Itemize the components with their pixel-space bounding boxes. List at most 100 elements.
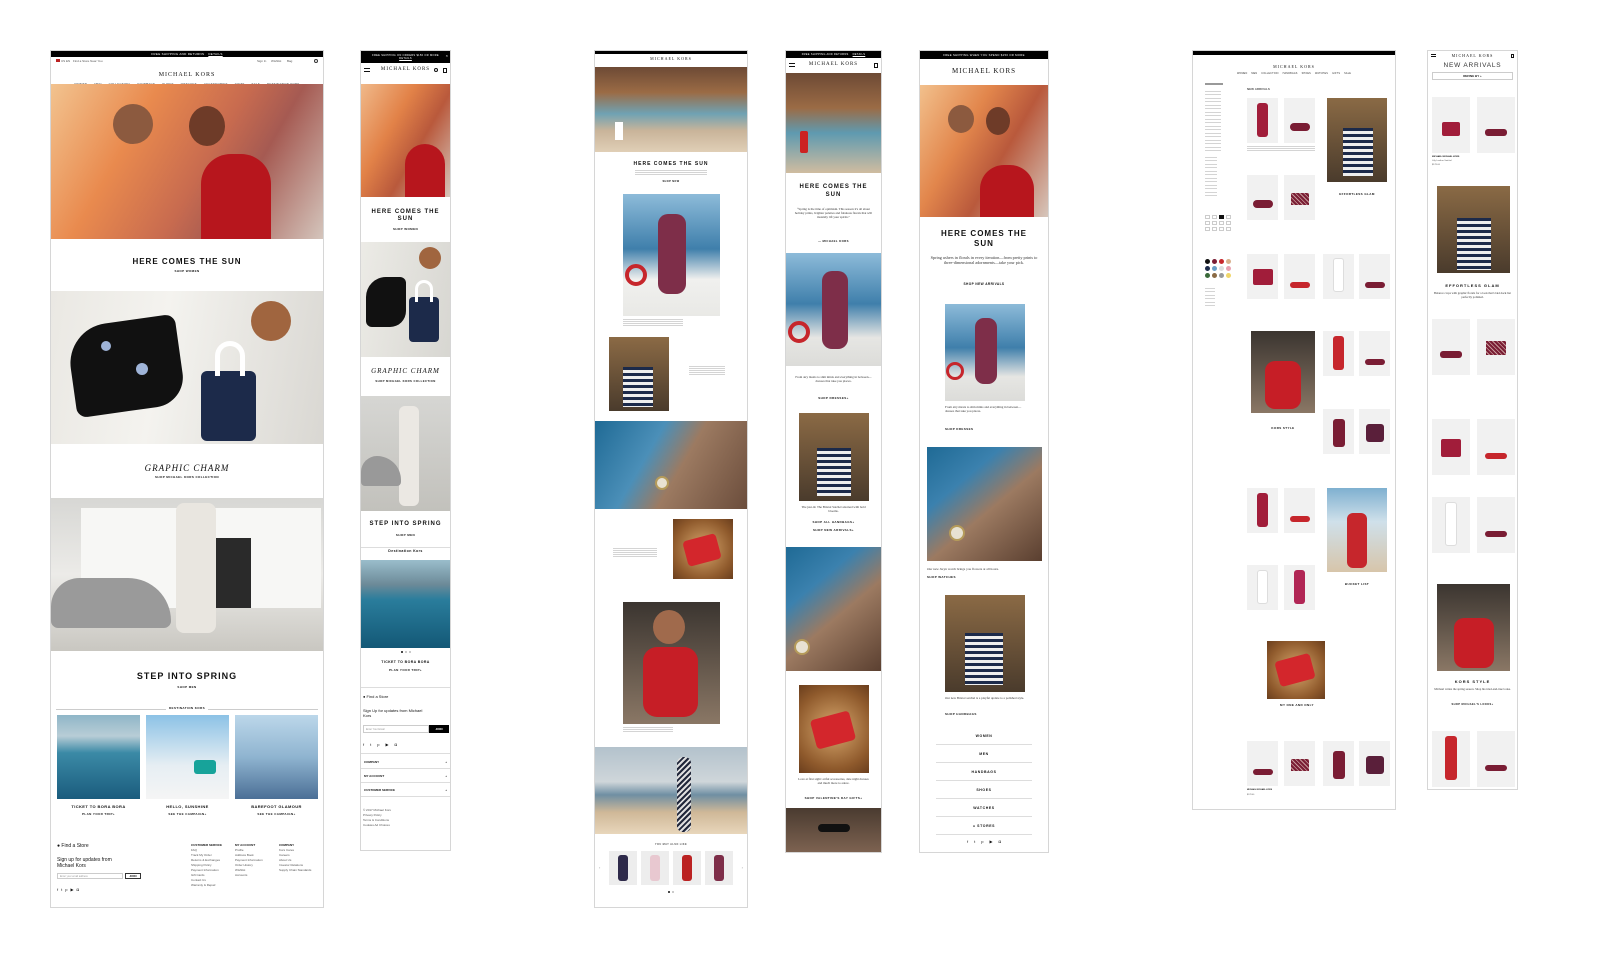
- footer-link[interactable]: Supply Chain Standards: [279, 868, 311, 873]
- wishlist-link[interactable]: Wishlist: [271, 59, 281, 63]
- hero-image-couple[interactable]: [51, 84, 323, 239]
- mobile-hero1-cta[interactable]: SHOP WOMEN: [361, 227, 450, 231]
- editorial-cta[interactable]: SHOP NOW: [595, 180, 747, 183]
- product-tile[interactable]: [1359, 741, 1390, 786]
- carousel-item[interactable]: [609, 851, 637, 885]
- carousel-item[interactable]: [705, 851, 733, 885]
- product-tile[interactable]: [1323, 741, 1354, 786]
- menu-watches[interactable]: WATCHES: [936, 799, 1032, 817]
- hero2-cta[interactable]: SHOP MICHAEL KORS COLLECTION: [51, 475, 323, 479]
- product-tile[interactable]: [1247, 565, 1278, 610]
- mobile-ed-logo[interactable]: MICHAEL KORS: [920, 67, 1048, 75]
- mobile-tile-cta[interactable]: PLAN YOUR TRIP+: [361, 668, 450, 672]
- product-tile[interactable]: [1284, 741, 1315, 786]
- product-tile[interactable]: [1247, 488, 1278, 533]
- promo-effortless-glam-img[interactable]: [1327, 98, 1387, 182]
- tablet-img-dress[interactable]: [786, 253, 881, 366]
- footer-join-button[interactable]: JOIN: [125, 873, 141, 879]
- hero-image-graphic-charm[interactable]: [51, 291, 323, 444]
- facebook-icon[interactable]: f: [57, 887, 58, 892]
- mobile-ed-hero[interactable]: [920, 85, 1048, 217]
- mobile-join-button[interactable]: JOIN: [429, 725, 449, 733]
- tile-bora-bora[interactable]: [57, 715, 140, 799]
- carousel-dots[interactable]: [361, 651, 450, 653]
- mobile-ed-watch-cta[interactable]: SHOP WATCHES: [927, 575, 956, 579]
- instagram-icon[interactable]: ◘: [999, 839, 1001, 844]
- category-logo[interactable]: MICHAEL KORS: [1193, 64, 1395, 69]
- editorial-img-floral-bag[interactable]: [673, 519, 733, 579]
- mobile-product-tile[interactable]: [1477, 97, 1515, 153]
- menu-shoes[interactable]: SHOES: [936, 781, 1032, 799]
- refine-by-button[interactable]: REFINE BY +: [1432, 72, 1513, 80]
- tile-hello-sunshine[interactable]: [146, 715, 229, 799]
- search-icon[interactable]: [434, 68, 438, 72]
- instagram-icon[interactable]: ◘: [77, 887, 79, 892]
- tablet-img-floral-bag[interactable]: [799, 685, 869, 773]
- mobile-hero3-cta[interactable]: SHOP MEN: [361, 533, 450, 537]
- product-tile[interactable]: [1247, 254, 1278, 299]
- footer-link[interactable]: Accounts: [235, 873, 263, 878]
- promo-bucket-list-img[interactable]: [1327, 488, 1387, 572]
- twitter-icon[interactable]: t: [61, 887, 62, 892]
- mobile-hero-graphic-charm[interactable]: [361, 242, 450, 357]
- mobile-ed-intro-cta[interactable]: SHOP NEW ARRIVALS: [920, 282, 1048, 286]
- footer-find-store[interactable]: ● Find a Store: [57, 843, 89, 849]
- mobile-product-tile[interactable]: [1477, 497, 1515, 553]
- twitter-icon[interactable]: t: [974, 839, 975, 844]
- mobile-product-tile[interactable]: [1432, 97, 1470, 153]
- youtube-icon[interactable]: ▶: [989, 839, 992, 844]
- mobile-tile-bora-bora[interactable]: [361, 560, 450, 648]
- product-tile[interactable]: [1247, 741, 1278, 786]
- mobile-hero-couple[interactable]: [361, 84, 450, 197]
- mobile-product-tile[interactable]: [1477, 319, 1515, 375]
- sign-in-link[interactable]: Sign In: [257, 59, 266, 63]
- promo-details-link[interactable]: DETAILS: [208, 52, 222, 56]
- editorial-hero-beach[interactable]: [595, 67, 747, 152]
- find-store-link[interactable]: Find a Store Near You: [73, 59, 103, 63]
- mobile-product-tile[interactable]: [1432, 731, 1470, 787]
- mobile-promo-effortless-glam-img[interactable]: [1437, 186, 1510, 273]
- youtube-icon[interactable]: ▶: [385, 742, 388, 747]
- product-tile[interactable]: [1247, 175, 1278, 220]
- close-icon[interactable]: ×: [446, 53, 448, 58]
- product-tile[interactable]: [1359, 331, 1390, 376]
- mobile-find-store[interactable]: ● Find a Store: [363, 694, 388, 699]
- carousel-item[interactable]: [641, 851, 669, 885]
- tablet-dress-cta[interactable]: SHOP DRESSES+: [786, 396, 881, 400]
- editorial-img-dress[interactable]: [623, 194, 720, 316]
- editorial-img-beach-maxi[interactable]: [595, 747, 747, 834]
- product-tile[interactable]: [1284, 488, 1315, 533]
- tablet-hero-beach[interactable]: [786, 73, 881, 173]
- promo-kors-style-img[interactable]: [1251, 331, 1315, 413]
- tablet-img-striped[interactable]: [799, 413, 869, 501]
- mobile-promo2-cta[interactable]: SHOP MICHAEL'S LOOKS+: [1428, 703, 1517, 706]
- pinterest-icon[interactable]: p: [377, 742, 379, 747]
- product-tile[interactable]: [1284, 175, 1315, 220]
- tile3-cta[interactable]: SEE THE CAMPAIGN+: [235, 812, 318, 816]
- product-tile[interactable]: [1284, 565, 1315, 610]
- tile2-cta[interactable]: SEE THE CAMPAIGN+: [146, 812, 229, 816]
- bag-link[interactable]: Bag: [287, 59, 292, 63]
- accordion-customer-service[interactable]: CUSTOMER SERVICE +: [361, 783, 450, 797]
- product-tile[interactable]: [1284, 98, 1315, 143]
- pinterest-icon[interactable]: p: [65, 887, 67, 892]
- mobile-promo-kors-style-img[interactable]: [1437, 584, 1510, 671]
- mobile-hero2-cta[interactable]: SHOP MICHAEL KORS COLLECTION: [361, 379, 450, 383]
- tablet-bag-cta1[interactable]: SHOP ALL HANDBAGS+: [786, 520, 881, 524]
- promo-my-one-and-only-img[interactable]: [1267, 641, 1325, 699]
- pinterest-icon[interactable]: p: [981, 839, 983, 844]
- editorial-img-watch[interactable]: [595, 421, 747, 509]
- mobile-email-input[interactable]: Enter Your Email: [363, 725, 429, 733]
- mobile-product-tile[interactable]: [1432, 497, 1470, 553]
- mobile-product-tile[interactable]: [1432, 319, 1470, 375]
- bag-icon[interactable]: [443, 68, 447, 73]
- mobile-ed-img-watch[interactable]: [927, 447, 1042, 561]
- hero3-cta[interactable]: SHOP MEN: [51, 685, 323, 689]
- menu-stores[interactable]: ● STORES: [936, 817, 1032, 835]
- youtube-icon[interactable]: ▶: [70, 887, 73, 892]
- tablet-logo[interactable]: MICHAEL KORS: [786, 62, 881, 67]
- mobile-ed-bag-cta[interactable]: SHOP HANDBAGS: [945, 712, 977, 716]
- footer-link[interactable]: Warranty & Repair: [191, 883, 222, 888]
- accordion-my-account[interactable]: MY ACCOUNT +: [361, 769, 450, 783]
- menu-women[interactable]: WOMEN: [936, 727, 1032, 745]
